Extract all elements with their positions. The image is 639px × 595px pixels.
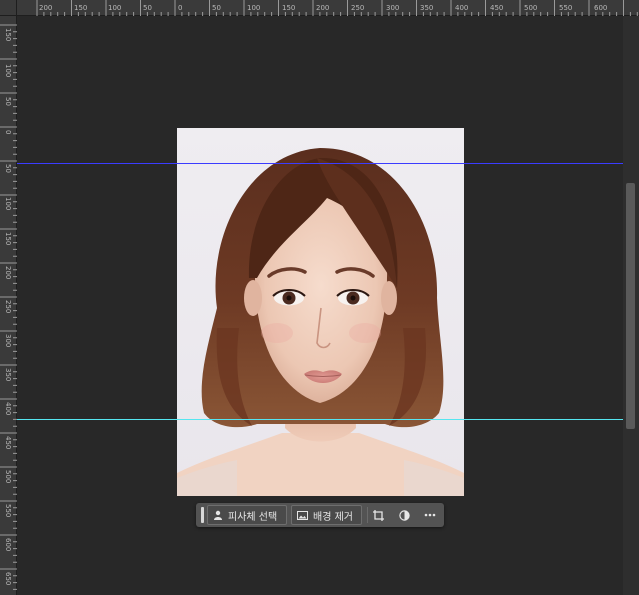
- ruler-left-ticks: [0, 24, 17, 590]
- select-subject-button[interactable]: 피사체 선택: [207, 505, 287, 525]
- taskbar-separator: [367, 507, 368, 523]
- half-circle-adjust-icon: [398, 509, 410, 521]
- crop-transform-button[interactable]: [370, 507, 386, 523]
- portrait-photo[interactable]: [177, 128, 464, 496]
- remove-background-label: 배경 제거: [313, 511, 353, 523]
- scrollbar-thumb[interactable]: [626, 183, 635, 429]
- ruler-corner: [0, 0, 17, 16]
- crop-transform-icon: [372, 509, 384, 521]
- vertical-scrollbar[interactable]: [623, 16, 639, 595]
- portrait-illustration: [177, 148, 464, 496]
- more-icon: [424, 513, 436, 517]
- ruler-left[interactable]: 150 100 50 0 50 100 150 200 250 300 350 …: [0, 16, 17, 595]
- horizontal-guide-cyan[interactable]: [17, 419, 623, 420]
- person-icon: [214, 510, 222, 520]
- more-options-button[interactable]: [422, 507, 438, 523]
- ruler-top[interactable]: 200 150 100 50 0 50 100 150 200 250 300 …: [0, 0, 639, 16]
- horizontal-guide-blue[interactable]: [17, 163, 623, 164]
- adjustment-button[interactable]: [396, 507, 412, 523]
- remove-background-button[interactable]: 배경 제거: [291, 505, 362, 525]
- taskbar-drag-handle[interactable]: [201, 507, 204, 523]
- image-icon: [297, 510, 308, 520]
- ruler-top-ticks: [36, 0, 638, 16]
- select-subject-label: 피사체 선택: [228, 511, 278, 523]
- contextual-taskbar: 피사체 선택 배경 제거: [196, 503, 444, 527]
